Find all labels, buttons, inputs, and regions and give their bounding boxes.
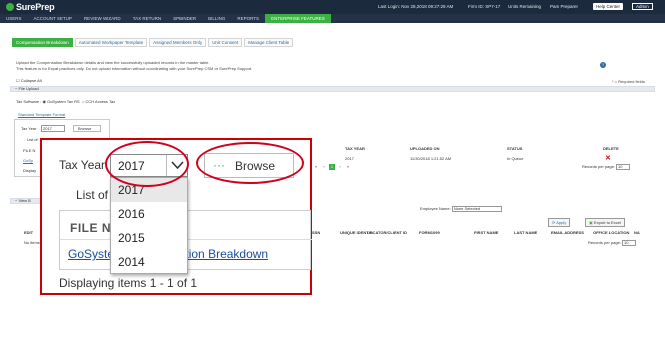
upload-pager: «‹ 1 ›» [312,164,352,170]
tab-compensation-breakdown[interactable]: Compensation Breakdown [12,38,73,47]
intro-line-2: This feature is for Expat practices only… [16,66,253,71]
required-star-icon: * [612,79,614,84]
nav-spbinder[interactable]: SPBINDER [167,14,202,23]
highlight-ring-browse [196,142,304,184]
grid-col-first-name: FIRST NAME [474,230,499,235]
col-status: STATUS [507,146,523,151]
sureprep-logo[interactable]: SurePrep [6,2,55,12]
col-tax-year: TAX YEAR [345,146,365,151]
tab-automated-workpaper-template[interactable]: Automated Workpaper Template [74,38,148,47]
tax-software-row: Tax Software : ◉ GoSystem Tax RS ○ CCH A… [16,99,116,104]
info-icon[interactable]: ? [600,62,606,68]
cell-tax-year: 2017 [345,156,354,161]
sub-tabs: Compensation Breakdown Automated Workpap… [12,38,294,47]
col-delete: DELETE [603,146,619,151]
grid-no-items: No items [24,240,40,245]
mini-browse-button[interactable]: Browse [73,125,101,132]
radio-cch-axcess[interactable]: ○ [82,99,84,104]
year-option[interactable]: 2015 [111,226,187,250]
standard-template-link[interactable]: Standard Template Format [18,112,65,117]
nav-enterprise-features[interactable]: ENTERPRISE FEATURES [265,14,331,23]
grid-col-office: OFFICE LOCATION [593,230,630,235]
cell-status: In Queue [507,156,524,161]
view-panel-header[interactable]: − View B [10,198,40,204]
main-nav: USERS ACCOUNT SETUP REVIEW WIZARD TAX RE… [0,14,665,23]
tax-year-dropdown: 2017 2016 2015 2014 [110,177,188,274]
displaying-items: Displaying items 1 - 1 of 1 [59,276,198,290]
nav-reports[interactable]: REPORTS [231,14,265,23]
grid-records-per-page: Records per page: 10 [588,240,637,246]
records-per-page-select[interactable]: 10 [616,164,631,170]
last-login: Last Login: Nov 28,2018 09:27:29 AM [378,4,454,9]
nav-tax-return[interactable]: TAX RETURN [127,14,167,23]
apply-button[interactable]: ⟳ Apply [548,218,571,227]
next-page-icon[interactable]: › [337,164,343,170]
nav-users[interactable]: USERS [0,14,28,23]
tab-unit-consent[interactable]: Unit Consent [208,38,243,47]
grid-col-last-name: LAST NAME [514,230,538,235]
last-page-icon[interactable]: » [345,164,351,170]
required-fields-note: * = Required fields [612,79,645,84]
mini-list-of: List of [27,137,38,142]
col-uploaded-on: UPLOADED ON [410,146,440,151]
upload-records-per-page: Records per page: 10 [582,164,631,170]
tab-assigned-members-only[interactable]: Assigned Members Only [149,38,207,47]
export-excel-button[interactable]: ▣ Export to Excel [585,218,625,227]
first-page-icon[interactable]: « [313,164,319,170]
excel-icon: ▣ [589,220,593,225]
year-option[interactable]: 2016 [111,202,187,226]
firm-id: Firm ID: SP7-17 [468,4,501,9]
prev-page-icon[interactable]: ‹ [321,164,327,170]
year-option[interactable]: 2014 [111,250,187,274]
employee-select[interactable]: None Selected [451,206,502,212]
file-upload-panel-header[interactable]: − File Upload [10,86,655,92]
top-bar: SurePrep Last Login: Nov 28,2018 09:27:2… [0,0,665,14]
tab-manage-client-table[interactable]: Manage Client Table [244,38,294,47]
mini-displaying: Display [23,168,37,173]
grid-col-form1099: FORM1099 [419,230,440,235]
tax-year-label: Tax Year [59,158,106,172]
grid-col-na: NA [634,230,640,235]
grid-col-email: EMAIL ADDRESS [551,230,584,235]
admin-menu[interactable]: Admin [632,3,653,10]
nav-review-wizard[interactable]: REVIEW WIZARD [78,14,127,23]
collapse-all[interactable]: ☐ Collapse All [16,78,42,83]
mini-file-link[interactable]: GoSy [23,158,33,163]
help-center-button[interactable]: Help Center [593,3,624,10]
intro-text: Upload the Compensation Breakdown detail… [16,60,252,72]
collapse-minus-icon[interactable]: − [15,198,17,203]
grid-records-per-page-select[interactable]: 10 [622,240,637,246]
radio-gosystem[interactable]: ◉ [42,99,46,104]
mini-year-select[interactable]: 2017 [41,125,65,132]
delete-icon[interactable]: ✕ [605,154,611,162]
logo-mark-icon [6,3,14,11]
grid-col-ssn: SSN [312,230,321,235]
grid-col-edit: EDIT [24,230,34,235]
checkbox-icon[interactable]: ☐ [16,78,20,83]
mini-file-header: FILE N [23,148,36,153]
grid-col-locator: LOCATOR/CLIENT ID [367,230,408,235]
units-remaining[interactable]: Units Remaining [508,4,541,9]
collapse-minus-icon[interactable]: − [15,86,17,91]
mini-tax-year-label: Tax Year [21,126,37,131]
highlight-ring-year [105,141,189,187]
cell-uploaded-on: 11/30/2018 1:21:52 AM [410,156,452,161]
list-of-label: List of [76,188,109,202]
employee-filter: Employee Name: None Selected [420,206,502,212]
page-1[interactable]: 1 [329,164,335,170]
nav-billing[interactable]: BILLING [202,14,231,23]
nav-account-setup[interactable]: ACCOUNT SETUP [28,14,78,23]
refresh-icon: ⟳ [552,220,556,225]
user-menu[interactable]: Pam Preparer [550,4,578,9]
